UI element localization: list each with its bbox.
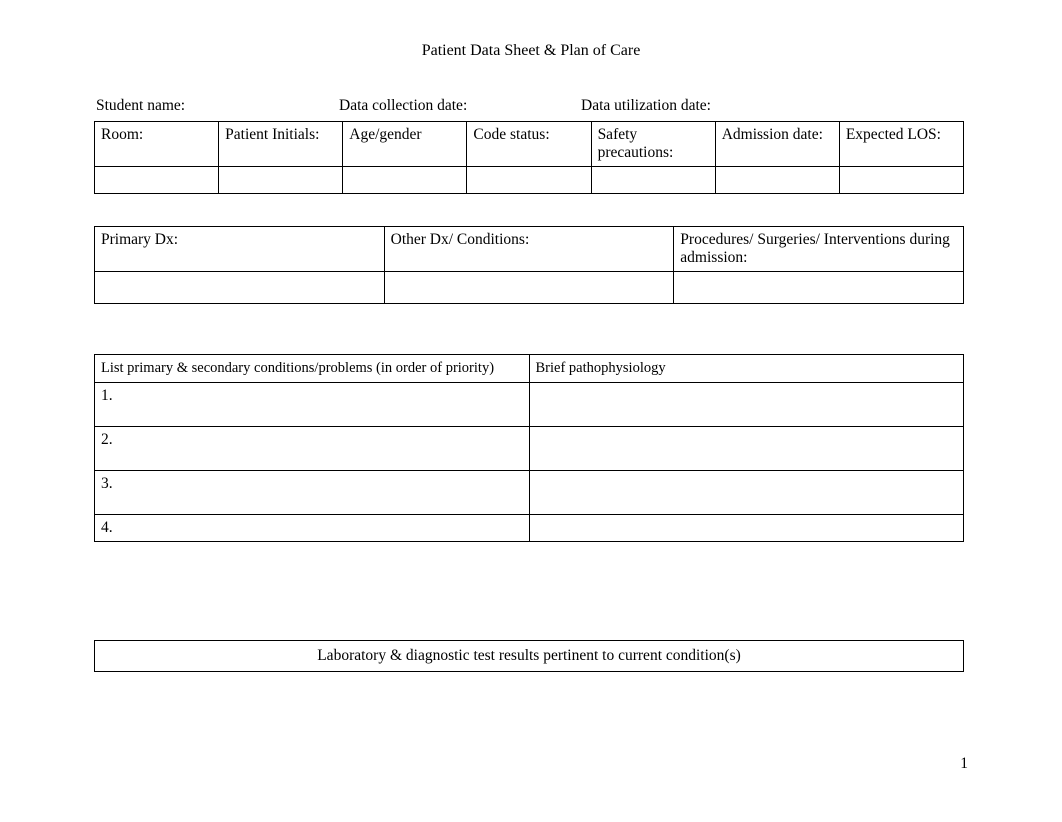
code-status-value bbox=[467, 167, 591, 194]
expected-los-value bbox=[839, 167, 963, 194]
table-row: 4. bbox=[95, 515, 964, 542]
table-row: 3. bbox=[95, 471, 964, 515]
primary-dx-label: Primary Dx: bbox=[95, 227, 385, 272]
conditions-table: List primary & secondary conditions/prob… bbox=[94, 354, 964, 542]
patho-3 bbox=[529, 471, 963, 515]
admission-label: Admission date: bbox=[715, 122, 839, 167]
primary-dx-value bbox=[95, 272, 385, 304]
expected-los-label: Expected LOS: bbox=[839, 122, 963, 167]
age-gender-label: Age/gender bbox=[343, 122, 467, 167]
safety-label: Safety precautions: bbox=[591, 122, 715, 167]
diagnosis-table: Primary Dx: Other Dx/ Conditions: Proced… bbox=[94, 226, 964, 304]
condition-4: 4. bbox=[95, 515, 530, 542]
procedures-value bbox=[674, 272, 964, 304]
table-row: Primary Dx: Other Dx/ Conditions: Proced… bbox=[95, 227, 964, 272]
procedures-label: Procedures/ Surgeries/ Interventions dur… bbox=[674, 227, 964, 272]
page-title: Patient Data Sheet & Plan of Care bbox=[0, 42, 1062, 60]
demographics-table: Room: Patient Initials: Age/gender Code … bbox=[94, 121, 964, 194]
table-row: 2. bbox=[95, 427, 964, 471]
pathophysiology-header: Brief pathophysiology bbox=[529, 355, 963, 383]
initials-label: Patient Initials: bbox=[219, 122, 343, 167]
condition-2: 2. bbox=[95, 427, 530, 471]
conditions-header: List primary & secondary conditions/prob… bbox=[95, 355, 530, 383]
utilization-date-label: Data utilization date: bbox=[581, 97, 992, 115]
patho-1 bbox=[529, 383, 963, 427]
table-row: Room: Patient Initials: Age/gender Code … bbox=[95, 122, 964, 167]
lab-results-header: Laboratory & diagnostic test results per… bbox=[95, 641, 964, 672]
room-label: Room: bbox=[95, 122, 219, 167]
lab-results-table: Laboratory & diagnostic test results per… bbox=[94, 640, 964, 672]
safety-value bbox=[591, 167, 715, 194]
page-number: 1 bbox=[960, 755, 968, 773]
condition-1: 1. bbox=[95, 383, 530, 427]
admission-value bbox=[715, 167, 839, 194]
condition-3: 3. bbox=[95, 471, 530, 515]
patho-2 bbox=[529, 427, 963, 471]
patho-4 bbox=[529, 515, 963, 542]
code-status-label: Code status: bbox=[467, 122, 591, 167]
age-gender-value bbox=[343, 167, 467, 194]
other-dx-value bbox=[384, 272, 674, 304]
table-row: 1. bbox=[95, 383, 964, 427]
table-row bbox=[95, 272, 964, 304]
initials-value bbox=[219, 167, 343, 194]
table-row bbox=[95, 167, 964, 194]
student-name-label: Student name: bbox=[96, 97, 339, 115]
table-header-row: List primary & secondary conditions/prob… bbox=[95, 355, 964, 383]
other-dx-label: Other Dx/ Conditions: bbox=[384, 227, 674, 272]
collection-date-label: Data collection date: bbox=[339, 97, 581, 115]
room-value bbox=[95, 167, 219, 194]
table-row: Laboratory & diagnostic test results per… bbox=[95, 641, 964, 672]
header-row: Student name: Data collection date: Data… bbox=[96, 97, 992, 115]
